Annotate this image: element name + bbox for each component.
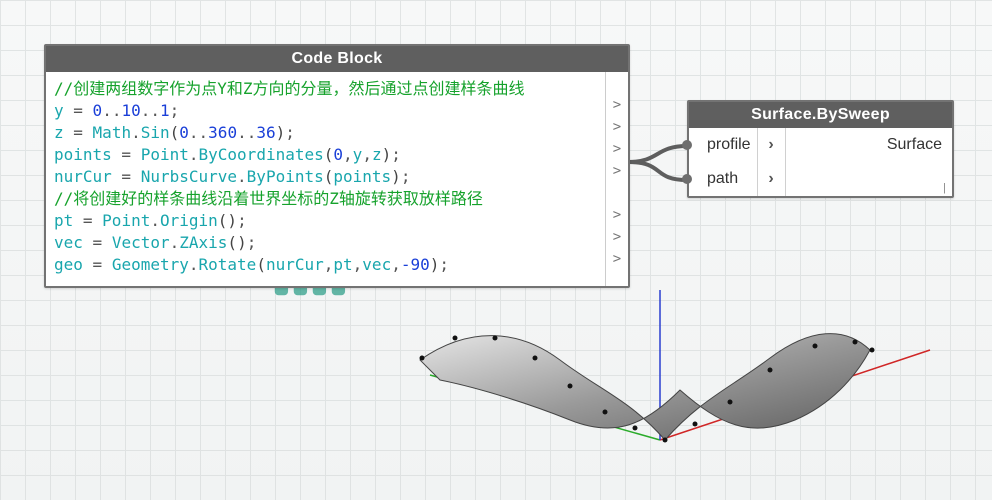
- code-output-ports: [605, 72, 628, 286]
- surface-node-title: Surface.BySweep: [689, 102, 952, 128]
- output-port-pt[interactable]: [606, 204, 628, 226]
- code-editor[interactable]: //创建两组数字作为点Y和Z方向的分量，然后通过点创建样条曲线 y = 0..1…: [46, 72, 605, 286]
- output-port-points[interactable]: [606, 138, 628, 160]
- code-block-title: Code Block: [46, 46, 628, 72]
- chevron-right-icon: ›: [758, 128, 786, 162]
- code-block-node[interactable]: Code Block //创建两组数字作为点Y和Z方向的分量，然后通过点创建样条…: [44, 44, 630, 288]
- output-port-vec[interactable]: [606, 226, 628, 248]
- input-port-path[interactable]: path: [689, 162, 758, 196]
- output-port-z[interactable]: [606, 116, 628, 138]
- output-port-nurcur[interactable]: [606, 160, 628, 182]
- output-port-y[interactable]: [606, 94, 628, 116]
- graph-canvas[interactable]: TUITUISOFT 腿腿教学网 Code Block //创建两组数字作为点Y…: [0, 0, 992, 500]
- chevron-right-icon: ›: [758, 162, 786, 196]
- lacing-indicator: |: [943, 182, 946, 194]
- output-port-geo[interactable]: [606, 248, 628, 270]
- output-port-surface[interactable]: Surface: [786, 128, 952, 162]
- surface-bysweep-node[interactable]: Surface.BySweep profile › Surface path ›…: [687, 100, 954, 198]
- input-port-profile[interactable]: profile: [689, 128, 758, 162]
